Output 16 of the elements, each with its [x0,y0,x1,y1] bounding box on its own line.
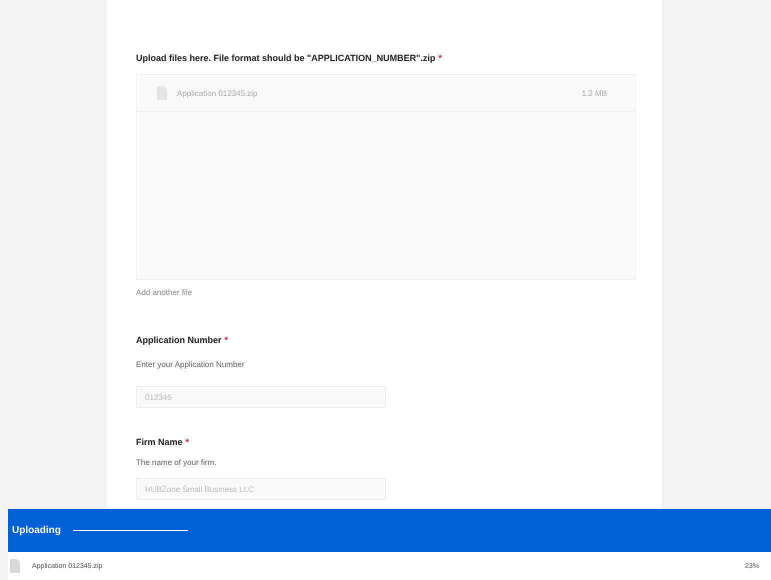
field-description: The name of your firm. [136,458,218,468]
add-file-link[interactable]: Add another file [136,288,192,298]
required-asterisk: * [224,335,228,345]
field-description: Enter your Application Number [136,360,246,370]
file-name: Application 012345.zip [177,88,259,98]
field-label: Firm Name [136,437,183,447]
file-size: 1.2 MB [582,88,607,98]
file-icon [10,559,20,573]
required-asterisk: * [438,53,442,63]
upload-title: Uploading [12,525,61,536]
drop-zone[interactable]: Application 012345.zip 1.2 MB [136,74,636,280]
field-label: Application Number [136,335,222,345]
required-asterisk: * [186,437,190,447]
input-field[interactable]: 012345 [136,386,386,408]
upload-label: Upload files here. File format should be "APPLICATION_NUMBER".zip [136,53,436,63]
input-field[interactable]: HUBZone Small Business LLC [136,478,386,500]
